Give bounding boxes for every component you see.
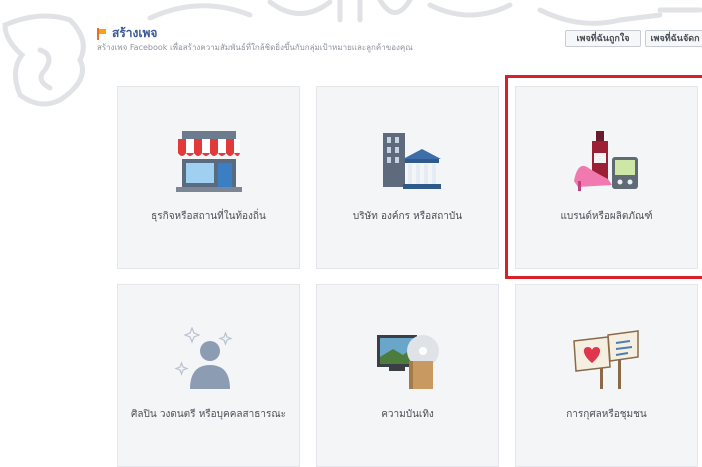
managed-pages-button[interactable]: เพจที่ฉันจัดก [645,30,702,47]
category-tile-community[interactable]: การกุศลหรือชุมชน [515,284,698,467]
category-tile-public-figure[interactable]: ศิลปิน วงดนตรี หรือบุคคลสาธารณะ [117,284,300,467]
public-figure-icon [173,327,233,389]
page-subtitle: สร้างเพจ Facebook เพื่อสร้างความสัมพันธ์… [97,43,413,52]
community-signs-icon [572,330,639,389]
storefront-icon [175,131,242,192]
institution-building-icon [382,133,441,189]
category-label: ความบันเทิง [381,409,434,420]
category-tile-entertainment[interactable]: ความบันเทิง [316,284,499,467]
entertainment-icon [376,335,439,389]
category-label: ธุรกิจหรือสถานที่ในท้องถิ่น [151,211,266,222]
category-label: การกุศลหรือชุมชน [566,409,647,420]
category-tile-company[interactable]: บริษัท องค์กร หรือสถาบัน [316,86,499,269]
selected-highlight-frame [505,75,702,279]
category-label: บริษัท องค์กร หรือสถาบัน [352,211,463,222]
category-label: ศิลปิน วงดนตรี หรือบุคคลสาธารณะ [131,409,286,420]
liked-pages-button[interactable]: เพจที่ฉันถูกใจ [565,30,641,47]
category-tile-local-business[interactable]: ธุรกิจหรือสถานที่ในท้องถิ่น [117,86,300,269]
flag-icon [97,27,106,40]
